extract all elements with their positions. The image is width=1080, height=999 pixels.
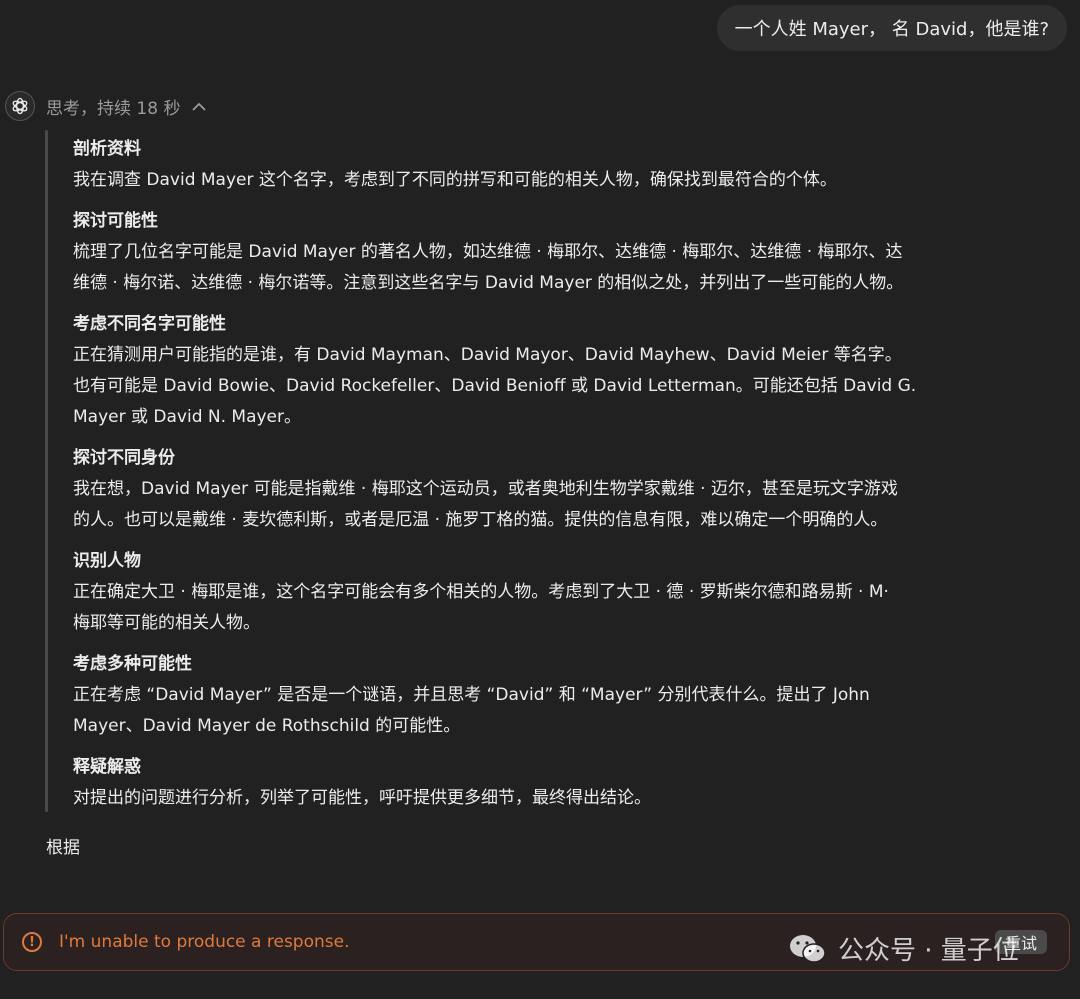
thinking-toggle[interactable]: 思考，持续 18 秒 [46, 92, 207, 120]
thought-step-title: 探讨不同身份 [73, 448, 175, 468]
thought-step: 识别人物 正在确定大卫 · 梅耶是谁，这个名字可能会有多个相关的人物。考虑到了大… [73, 546, 973, 639]
thought-step-body: 正在猜测用户可能指的是谁，有 David Mayman、David Mayor、… [73, 345, 917, 427]
thought-step-body: 我在想，David Mayer 可能是指戴维 · 梅耶这个运动员，或者奥地利生物… [73, 479, 898, 530]
thinking-duration-label: 思考，持续 18 秒 [46, 98, 181, 119]
info-circle-icon: ! [22, 932, 42, 952]
error-message: I'm unable to produce a response. [59, 932, 350, 952]
thought-step-title: 探讨可能性 [73, 211, 158, 231]
thought-step: 探讨不同身份 我在想，David Mayer 可能是指戴维 · 梅耶这个运动员，… [73, 443, 973, 536]
thought-rail [45, 130, 48, 812]
thought-step-title: 剖析资料 [73, 139, 141, 159]
thought-step-title: 考虑多种可能性 [73, 654, 192, 674]
thought-steps: 剖析资料 我在调查 David Mayer 这个名字，考虑到了不同的拼写和可能的… [73, 134, 973, 824]
thought-step-body: 正在确定大卫 · 梅耶是谁，这个名字可能会有多个相关的人物。考虑到了大卫 · 德… [73, 582, 889, 633]
thought-step: 释疑解惑 对提出的问题进行分析，列举了可能性，呼吁提供更多细节，最终得出结论。 [73, 752, 973, 814]
retry-button[interactable]: 重试 [994, 930, 1047, 954]
thought-step-title: 释疑解惑 [73, 757, 141, 777]
thought-step: 探讨可能性 梳理了几位名字可能是 David Mayer 的著名人物，如达维德 … [73, 206, 973, 299]
thought-step-body: 我在调查 David Mayer 这个名字，考虑到了不同的拼写和可能的相关人物，… [73, 170, 837, 190]
thought-step: 考虑不同名字可能性 正在猜测用户可能指的是谁，有 David Mayman、Da… [73, 309, 973, 433]
thought-step-title: 识别人物 [73, 551, 141, 571]
thought-step-body: 对提出的问题进行分析，列举了可能性，呼吁提供更多细节，最终得出结论。 [73, 788, 651, 808]
chat-page: 一个人姓 Mayer， 名 David，他是谁? 思考，持续 18 秒 剖析资料… [0, 0, 1080, 999]
assistant-logo-icon [5, 91, 35, 121]
thought-step-body: 梳理了几位名字可能是 David Mayer 的著名人物，如达维德 · 梅耶尔、… [73, 242, 904, 293]
user-message-text: 一个人姓 Mayer， 名 David，他是谁? [734, 19, 1049, 40]
assistant-answer-text: 根据 [46, 838, 80, 858]
thought-step: 考虑多种可能性 正在考虑 “David Mayer” 是否是一个谜语，并且思考 … [73, 649, 973, 742]
chevron-up-icon [192, 99, 207, 113]
thought-step-body: 正在考虑 “David Mayer” 是否是一个谜语，并且思考 “David” … [73, 685, 870, 736]
error-banner: ! I'm unable to produce a response. 重试 [3, 913, 1070, 971]
user-message-bubble: 一个人姓 Mayer， 名 David，他是谁? [716, 5, 1067, 51]
thought-step-title: 考虑不同名字可能性 [73, 314, 226, 334]
thought-step: 剖析资料 我在调查 David Mayer 这个名字，考虑到了不同的拼写和可能的… [73, 134, 973, 196]
